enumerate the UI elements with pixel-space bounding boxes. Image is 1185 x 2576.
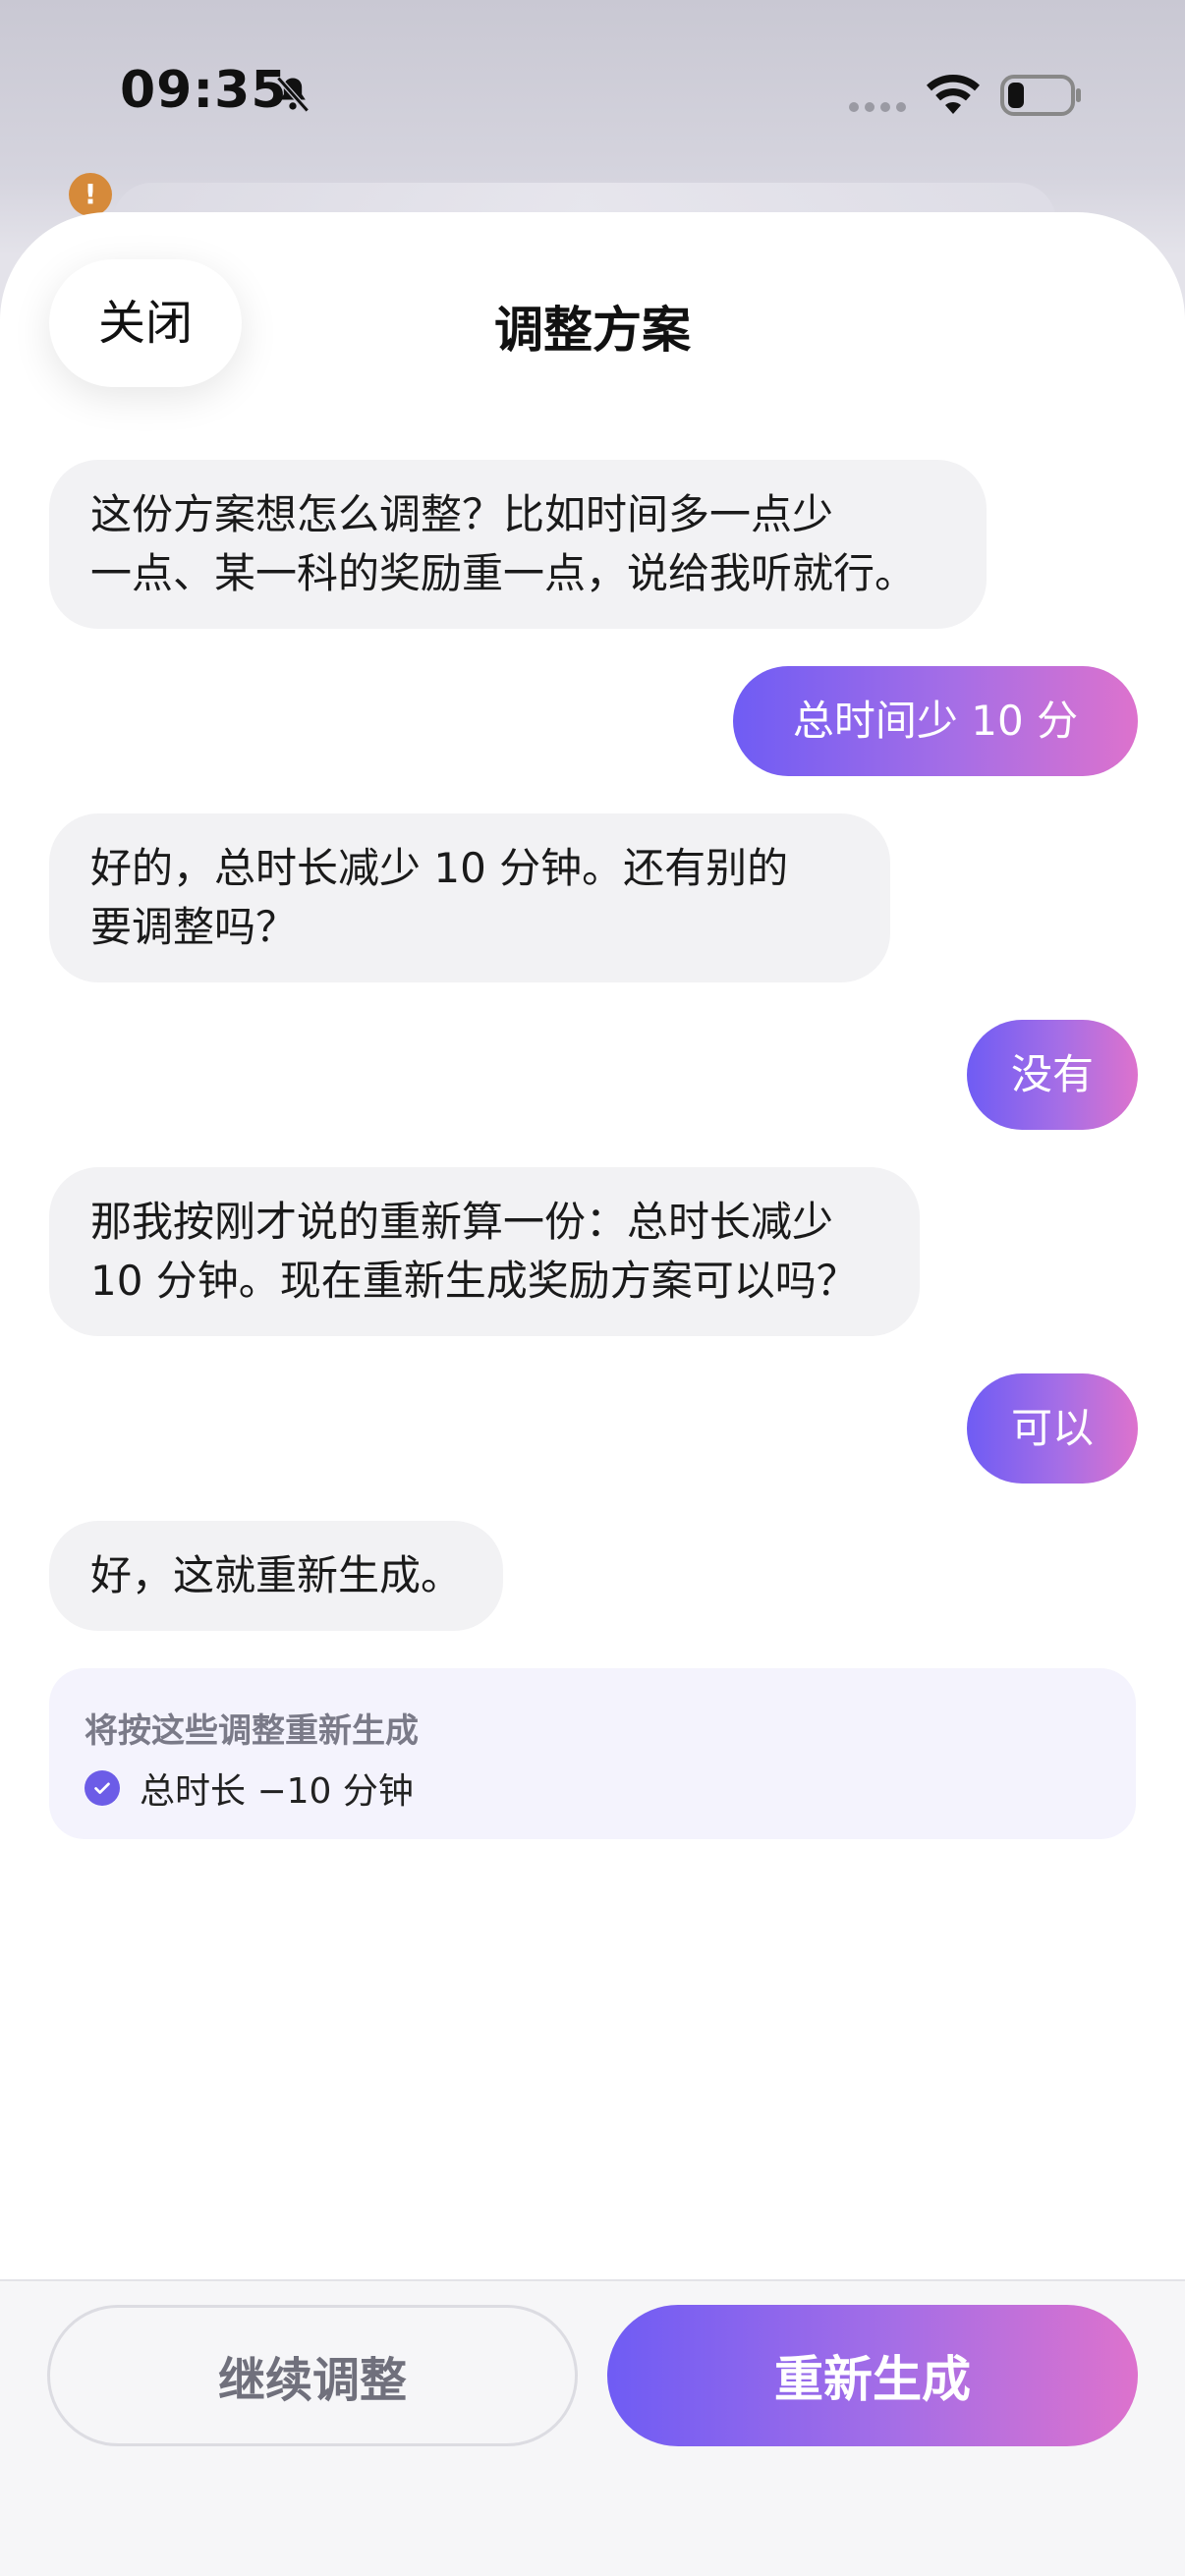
user-message: 总时间少 10 分钟 <box>733 666 1138 855</box>
summary-item-text: 总时长 −10 分钟 <box>140 1771 414 1812</box>
message-line: 好，这就重新生成。 <box>90 1551 463 1599</box>
continue-adjusting-button[interactable]: 继续调整 <box>47 2305 578 2446</box>
message-line: 好的，总时长减少 10 分钟。还有别的 <box>90 844 789 892</box>
status-time: 09:35 <box>120 61 288 120</box>
message-line: 那我按刚才说的重新算一份：总时长减少 <box>90 1198 834 1246</box>
bot-message: 好的，总时长减少 10 分钟。还有别的 要调整吗？ <box>49 813 890 982</box>
summary-title: 将按这些调整重新生成 <box>85 1711 419 1751</box>
adjustment-summary-card: 将按这些调整重新生成 总时长 −10 分钟 <box>49 1668 1136 1839</box>
warning-icon: ! <box>69 173 112 216</box>
message-line: 一点、某一科的奖励重一点，说给我听就行。 <box>90 549 917 597</box>
sheet-title: 调整方案 <box>494 302 691 359</box>
regenerate-button[interactable]: 重新生成 <box>607 2305 1138 2446</box>
bot-message: 好，这就重新生成。 <box>49 1521 503 1631</box>
summary-item: 总时长 −10 分钟 <box>85 1763 414 1814</box>
status-bar: 09:35 ! <box>0 0 1185 242</box>
message-line: 要调整吗？ <box>90 903 298 951</box>
check-icon <box>85 1770 120 1806</box>
battery-icon <box>1000 75 1081 116</box>
bot-message: 那我按刚才说的重新算一份：总时长减少 10 分钟。现在重新生成奖励方案可以吗？ <box>49 1167 920 1336</box>
cellular-signal-icon <box>849 102 906 112</box>
bell-off-icon <box>276 76 310 113</box>
adjust-plan-sheet: 关闭 调整方案 这份方案想怎么调整？比如时间多一点少 一点、某一科的奖励重一点，… <box>0 212 1185 2576</box>
user-message: 可以 <box>967 1373 1138 1484</box>
wifi-icon <box>927 74 980 114</box>
user-message: 没有 <box>967 1020 1138 1130</box>
message-line: 10 分钟。现在重新生成奖励方案可以吗？ <box>90 1257 858 1305</box>
bot-message: 这份方案想怎么调整？比如时间多一点少 一点、某一科的奖励重一点，说给我听就行。 <box>49 460 987 629</box>
bottom-action-bar: 继续调整 重新生成 <box>0 2279 1185 2576</box>
message-line: 这份方案想怎么调整？比如时间多一点少 <box>90 490 834 538</box>
